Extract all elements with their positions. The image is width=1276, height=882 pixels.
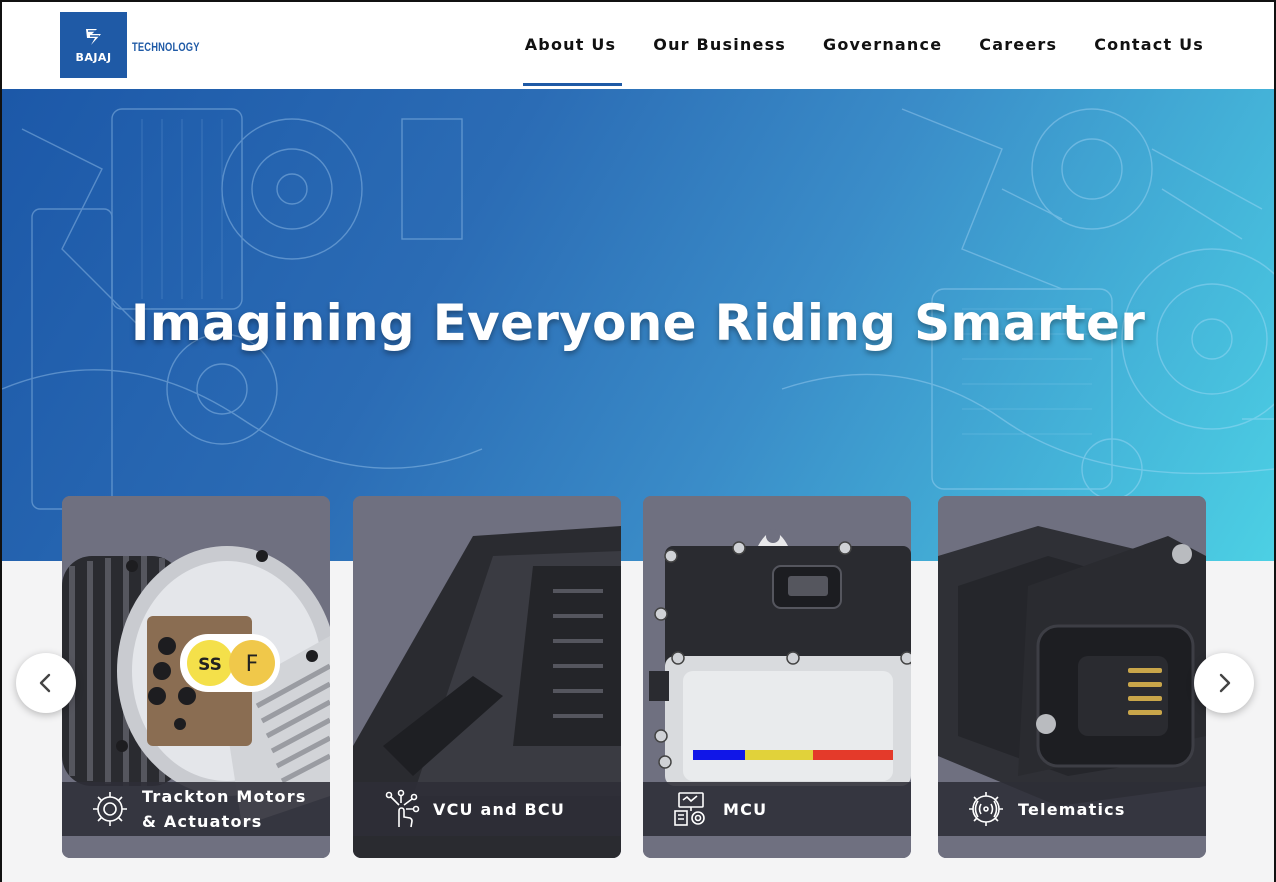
hero-banner: Imagining Everyone Riding Smarter [2, 89, 1274, 561]
nav-our-business[interactable]: Our Business [653, 35, 786, 54]
chevron-left-icon [39, 673, 51, 693]
carousel-next-button[interactable] [1194, 653, 1254, 713]
motor-badge-right: F [246, 652, 259, 677]
bajaj-emblem-icon [85, 29, 101, 45]
brand-subtitle: TECHNOLOGY [132, 40, 200, 54]
card-vcu-bcu[interactable]: VCU and BCU [353, 496, 621, 858]
main-nav: About Us Our Business Governance Careers… [522, 35, 1204, 86]
card-caption: MCU [643, 782, 911, 836]
card-label: MCU [723, 799, 768, 819]
brand-logo[interactable]: BAJAJ [60, 12, 127, 78]
card-caption: VCU and BCU [353, 782, 621, 836]
nav-about-us[interactable]: About Us [522, 35, 622, 86]
motor-gear-icon [93, 792, 127, 826]
card-label-line1: Trackton Motors [142, 787, 307, 806]
card-caption: Telematics [938, 782, 1206, 836]
site-header: BAJAJ TECHNOLOGY About Us Our Business G… [2, 2, 1274, 89]
nav-contact-us[interactable]: Contact Us [1094, 35, 1204, 54]
nav-governance[interactable]: Governance [823, 35, 942, 54]
touch-network-icon [385, 789, 420, 828]
card-label-line2: & Actuators [142, 812, 263, 831]
motor-badge-left: SS [198, 655, 222, 675]
card-label: Telematics [1018, 799, 1126, 819]
controller-chip-icon [674, 792, 705, 826]
card-label: Trackton Motors & Actuators [142, 784, 307, 834]
card-caption: Trackton Motors & Actuators [62, 782, 330, 836]
chevron-right-icon [1219, 673, 1231, 693]
page: BAJAJ TECHNOLOGY About Us Our Business G… [0, 0, 1276, 882]
card-mcu[interactable]: MCU [643, 496, 911, 858]
carousel-prev-button[interactable] [16, 653, 76, 713]
nav-careers[interactable]: Careers [979, 35, 1057, 54]
hero-title: Imagining Everyone Riding Smarter [130, 294, 1146, 352]
card-label: VCU and BCU [433, 799, 566, 819]
card-trackton-motors[interactable]: SS F Trackton Motors & Actuators [62, 496, 330, 858]
card-telematics[interactable]: Telematics [938, 496, 1206, 858]
wireless-gear-icon [969, 792, 1003, 826]
brand-name: BAJAJ [75, 51, 112, 64]
